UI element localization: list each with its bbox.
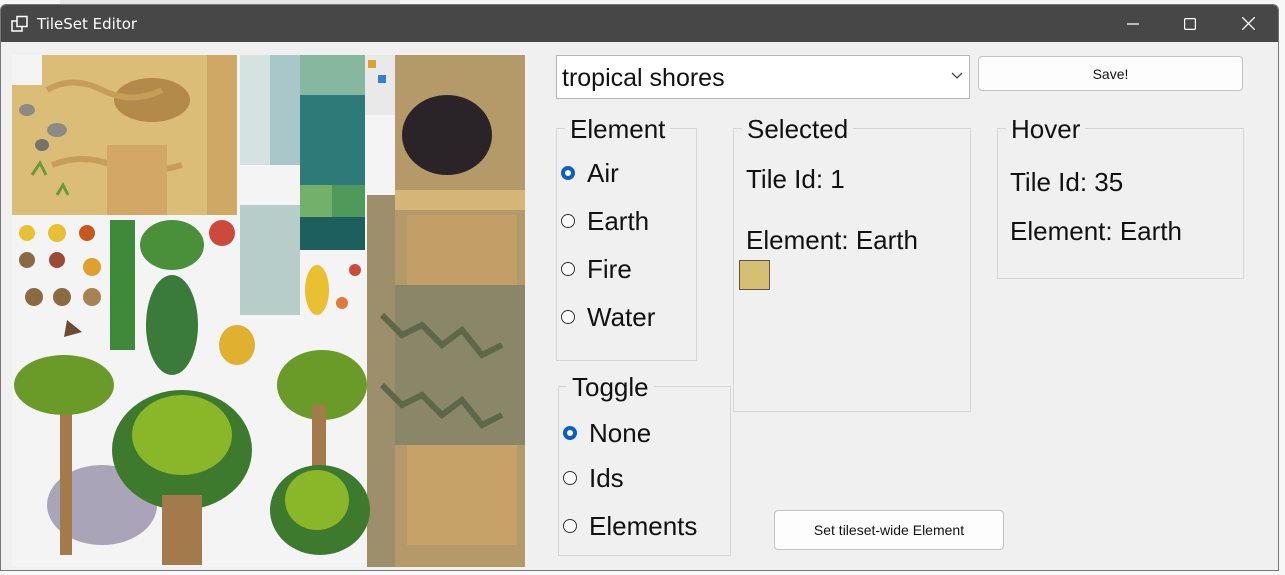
maximize-icon xyxy=(1184,17,1196,30)
element-radio-fire[interactable]: Fire xyxy=(561,254,632,284)
toggle-radio-label: None xyxy=(589,417,652,448)
hover-group-title: Hover xyxy=(1006,115,1086,143)
set-tileset-wide-element-button[interactable]: Set tileset-wide Element xyxy=(774,510,1004,550)
radio-none-indicator[interactable] xyxy=(563,426,577,440)
hover-element: Element: Earth xyxy=(1010,216,1182,246)
radio-ids-indicator[interactable] xyxy=(563,471,577,485)
tileset-select-value: tropical shores xyxy=(562,64,725,92)
selected-element-color-swatch xyxy=(739,260,770,290)
toggle-radio-none[interactable]: None xyxy=(563,418,651,448)
toggle-radio-label: Elements xyxy=(589,510,698,541)
save-button[interactable]: Save! xyxy=(978,56,1243,91)
element-radio-water[interactable]: Water xyxy=(561,302,655,332)
toggle-radio-elements[interactable]: Elements xyxy=(563,511,697,541)
close-button[interactable] xyxy=(1225,5,1271,42)
sand-tiles xyxy=(12,55,237,215)
minimize-button[interactable] xyxy=(1110,5,1156,42)
toggle-radio-label: Ids xyxy=(589,462,624,493)
element-radio-earth[interactable]: Earth xyxy=(561,206,649,236)
toggle-group: Toggle None Ids Elements xyxy=(558,373,731,556)
element-radio-air[interactable]: Air xyxy=(561,158,619,188)
tileset-image[interactable] xyxy=(12,55,525,567)
selected-element: Element: Earth xyxy=(746,225,918,255)
minimize-icon xyxy=(1127,22,1139,25)
element-group-title: Element xyxy=(565,115,671,143)
radio-fire-indicator[interactable] xyxy=(561,262,575,276)
tileset-select[interactable]: tropical shores xyxy=(556,55,970,99)
element-radio-label: Earth xyxy=(587,205,650,236)
toggle-group-title: Toggle xyxy=(567,373,654,401)
element-group: Element Air Earth Fire Water xyxy=(556,115,697,361)
selected-tile-id: Tile Id: 1 xyxy=(746,164,845,194)
selected-tile-group: Selected Tile Id: 1 Element: Earth xyxy=(733,115,971,412)
app-window-icon xyxy=(11,15,28,32)
radio-air-indicator[interactable] xyxy=(561,166,575,180)
selected-group-title: Selected xyxy=(742,115,854,143)
maximize-button[interactable] xyxy=(1167,5,1213,42)
hover-tile-group: Hover Tile Id: 35 Element: Earth xyxy=(997,115,1244,279)
radio-earth-indicator[interactable] xyxy=(561,214,575,228)
element-radio-label: Air xyxy=(587,157,619,188)
chevron-down-icon xyxy=(951,72,963,79)
radio-elements-indicator[interactable] xyxy=(563,519,577,533)
element-radio-label: Water xyxy=(587,301,656,332)
hover-tile-id: Tile Id: 35 xyxy=(1010,167,1124,197)
toggle-radio-ids[interactable]: Ids xyxy=(563,463,624,493)
radio-water-indicator[interactable] xyxy=(561,310,575,324)
element-radio-label: Fire xyxy=(587,253,632,284)
title-bar[interactable]: TileSet Editor xyxy=(1,5,1278,42)
tileset-editor-window: TileSet Editor tropical shores Save! Ele… xyxy=(0,4,1279,571)
close-icon xyxy=(1241,17,1255,30)
window-title: TileSet Editor xyxy=(37,15,138,33)
